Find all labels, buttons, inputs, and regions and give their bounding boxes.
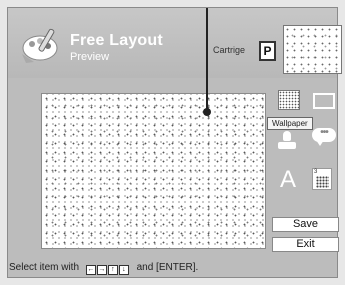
left-arrow-key-icon: ← [85,265,96,275]
stamp-base [278,142,296,149]
right-arrow-key-icon: → [96,265,107,275]
status-prefix: Select item with [9,262,80,273]
page-subtitle: Preview [70,51,110,63]
calendar-number: 3 [314,169,318,175]
up-arrow-key-icon: ↑ [107,265,118,275]
layout-preview-canvas[interactable] [41,93,266,249]
arrow-keys: ← → ↑ ↓ [85,263,130,275]
speech-bubble-icon[interactable]: ••• [312,128,336,146]
down-arrow-key-icon: ↓ [118,265,129,275]
wallpaper-icon[interactable] [278,90,300,110]
save-button[interactable]: Save [272,217,339,232]
status-bar: Select item with ← → ↑ ↓ and [ENTER]. [9,262,198,275]
cartridge-preview-thumbnail [283,25,342,74]
calendar-icon[interactable]: 3 [312,168,332,190]
speech-bubble-tail [316,140,324,146]
pointer-dot [203,108,211,116]
stamp-handle [283,131,291,141]
cartridge-label: Cartrige [213,45,246,55]
printer-screen: Free Layout Preview Cartrige P Wallpaper… [7,7,342,278]
cartridge-icon: P [259,41,276,61]
wallpaper-tooltip: Wallpaper [267,117,313,130]
text-icon[interactable]: A [280,168,296,192]
exit-button[interactable]: Exit [272,237,339,252]
frame-icon[interactable] [313,93,335,109]
free-layout-icon [22,28,58,63]
page-title: Free Layout [70,32,163,49]
calendar-grid [316,176,329,188]
pointer-line [206,8,208,111]
stamp-icon[interactable] [278,131,296,151]
status-suffix: and [ENTER]. [136,262,199,273]
